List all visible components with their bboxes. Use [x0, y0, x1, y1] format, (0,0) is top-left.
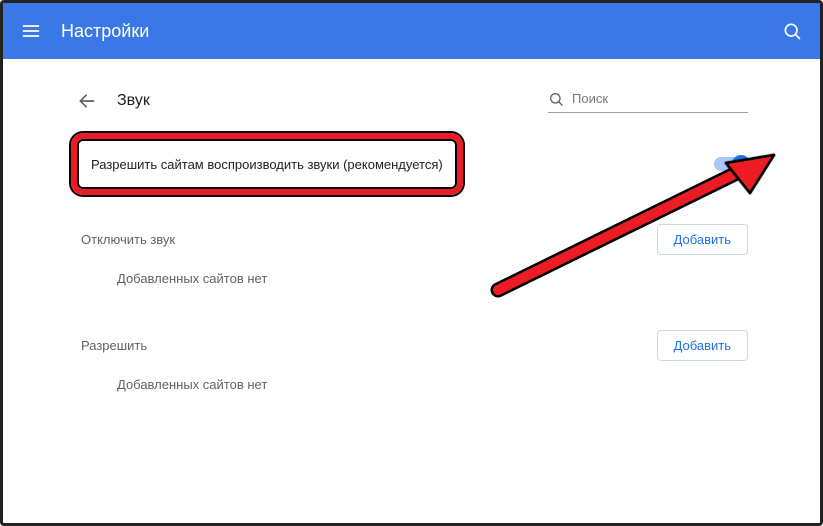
search-field[interactable] [548, 85, 748, 113]
section-allow: Разрешить Добавить Добавленных сайтов не… [81, 327, 748, 392]
add-mute-button[interactable]: Добавить [657, 224, 748, 255]
section-header: Отключить звук Добавить [81, 221, 748, 257]
hamburger-icon [21, 21, 41, 41]
section-title: Отключить звук [81, 232, 175, 247]
toggle-knob [732, 155, 750, 173]
app-bar: Настройки [3, 3, 820, 59]
appbar-title: Настройки [61, 21, 149, 42]
search-icon [548, 91, 564, 107]
allow-sound-toggle[interactable] [714, 157, 748, 171]
section-title: Разрешить [81, 338, 147, 353]
content-area: Звук Разрешить сайтам воспроизводить зву… [75, 85, 748, 117]
highlight-annotation: Разрешить сайтам воспроизводить звуки (р… [71, 133, 463, 195]
allow-empty-text: Добавленных сайтов нет [117, 377, 748, 392]
section-mute: Отключить звук Добавить Добавленных сайт… [81, 221, 748, 286]
add-allow-button[interactable]: Добавить [657, 330, 748, 361]
back-button[interactable] [75, 89, 99, 113]
page-header: Звук [75, 85, 748, 117]
section-header: Разрешить Добавить [81, 327, 748, 363]
arrow-left-icon [77, 91, 97, 111]
search-input[interactable] [572, 91, 732, 106]
appbar-search-button[interactable] [778, 17, 806, 45]
search-icon [782, 21, 802, 41]
main-setting-label: Разрешить сайтам воспроизводить звуки (р… [91, 157, 443, 172]
mute-empty-text: Добавленных сайтов нет [117, 271, 748, 286]
window-frame: Настройки Звук Разрешить сайтам воспроиз… [0, 0, 823, 526]
menu-button[interactable] [17, 17, 45, 45]
page-title: Звук [117, 92, 150, 110]
